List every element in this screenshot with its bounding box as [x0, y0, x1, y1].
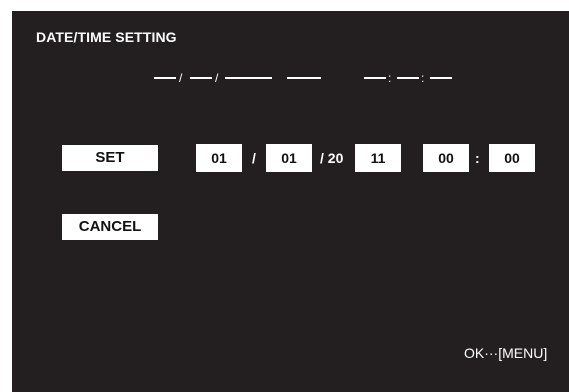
- screen-title: DATE/TIME SETTING: [36, 29, 177, 45]
- time-separator: :: [421, 71, 425, 85]
- date-time-setting-screen: DATE/TIME SETTING / / : : SET CANCEL 01 …: [12, 11, 569, 392]
- ok-menu-hint: OK···[MENU]: [464, 345, 548, 361]
- date-separator: /: [179, 71, 183, 85]
- cancel-button[interactable]: CANCEL: [62, 214, 158, 240]
- year-placeholder-dash: [225, 77, 272, 79]
- date-separator: /: [215, 71, 219, 85]
- weekday-placeholder-dash: [287, 77, 321, 79]
- day-field[interactable]: 01: [266, 144, 312, 172]
- current-datetime-placeholder: / / : :: [12, 71, 569, 85]
- second-placeholder-dash: [430, 77, 452, 79]
- minute-field[interactable]: 00: [489, 144, 535, 172]
- month-field[interactable]: 01: [196, 144, 242, 172]
- day-placeholder-dash: [190, 77, 212, 79]
- month-placeholder-dash: [154, 77, 176, 79]
- minute-placeholder-dash: [397, 77, 419, 79]
- month-day-separator: /: [252, 150, 256, 166]
- hour-field[interactable]: 00: [423, 144, 469, 172]
- hour-minute-separator: :: [475, 150, 480, 166]
- hour-placeholder-dash: [364, 77, 386, 79]
- year-prefix: / 20: [320, 150, 344, 166]
- year-field[interactable]: 11: [355, 144, 401, 172]
- set-button[interactable]: SET: [62, 145, 158, 171]
- time-separator: :: [388, 71, 392, 85]
